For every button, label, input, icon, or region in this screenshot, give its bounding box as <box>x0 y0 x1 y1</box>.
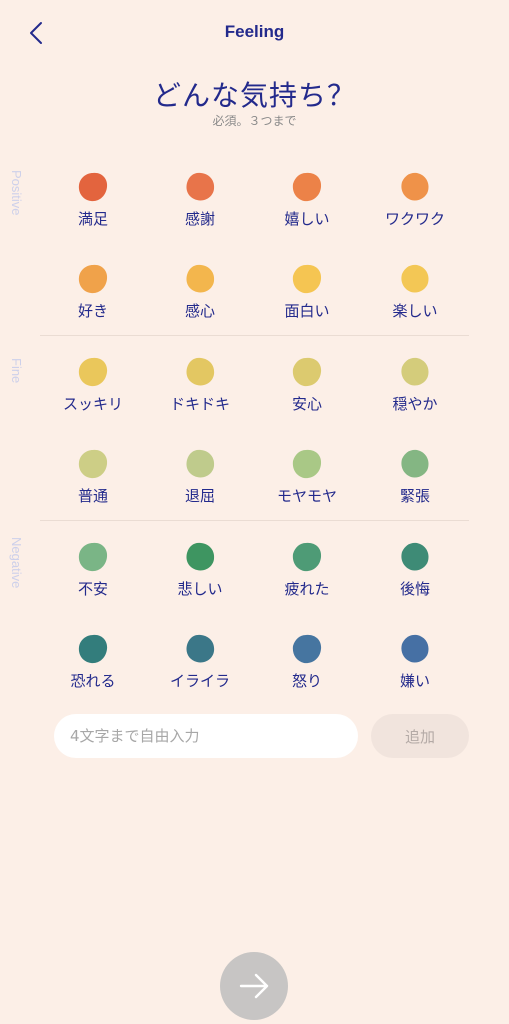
emotion-option[interactable]: 悲しい <box>150 542 250 622</box>
emotion-option[interactable]: イライラ <box>150 634 250 714</box>
emotion-label: ワクワク <box>384 210 445 228</box>
category-label-positive: Positive <box>9 170 24 216</box>
emotion-option[interactable]: 緊張 <box>365 449 465 529</box>
emotion-option[interactable]: 疲れた <box>257 542 357 622</box>
emotion-color-blob <box>186 634 215 663</box>
emotion-option[interactable]: ワクワク <box>365 172 465 252</box>
emotion-label: 満足 <box>77 210 108 228</box>
arrow-right-icon <box>239 973 269 999</box>
emotion-color-blob <box>292 449 322 479</box>
emotion-option[interactable]: 恐れる <box>43 634 143 714</box>
emotion-option[interactable]: 満足 <box>43 172 143 252</box>
emotion-option[interactable]: 後悔 <box>365 542 465 622</box>
emotion-label: 嫌い <box>399 672 430 690</box>
emotion-color-blob <box>78 172 108 202</box>
emotion-label: 安心 <box>291 395 322 413</box>
emotion-option[interactable]: ドキドキ <box>150 357 250 437</box>
add-button[interactable]: 追加 <box>371 714 469 758</box>
free-input-container <box>54 714 358 758</box>
free-text-input[interactable] <box>54 714 358 758</box>
emotion-color-blob <box>186 449 215 478</box>
emotion-color-blob <box>401 634 429 663</box>
emotion-label: 楽しい <box>392 302 438 320</box>
emotion-option[interactable]: 穏やか <box>365 357 465 437</box>
emotion-color-blob <box>401 542 429 571</box>
emotion-option[interactable]: モヤモヤ <box>257 449 357 529</box>
emotion-color-blob <box>401 449 429 478</box>
emotion-option[interactable]: 嫌い <box>365 634 465 714</box>
emotion-option[interactable]: 楽しい <box>365 264 465 344</box>
emotion-label: 感心 <box>184 302 215 320</box>
question-title: どんな気持ち？ <box>152 79 356 112</box>
emotion-color-blob <box>292 542 322 572</box>
emotion-color-blob <box>401 264 429 293</box>
emotion-label: 不安 <box>77 580 108 598</box>
emotion-color-blob <box>401 172 429 201</box>
emotion-label: 感謝 <box>184 210 215 228</box>
emotion-color-blob <box>292 264 322 294</box>
emotion-color-blob <box>78 542 108 572</box>
emotion-color-blob <box>186 264 215 293</box>
emotion-label: ドキドキ <box>169 395 230 413</box>
emotion-option[interactable]: 怒り <box>257 634 357 714</box>
category-label-fine: Fine <box>9 358 24 384</box>
page-title: Feeling <box>224 22 285 41</box>
emotion-label: 好き <box>77 302 108 320</box>
emotion-label: 疲れた <box>284 580 330 598</box>
emotion-label: 後悔 <box>399 580 430 598</box>
emotion-color-blob <box>186 172 215 201</box>
emotion-color-blob <box>78 357 108 387</box>
emotion-label: 怒り <box>291 672 322 690</box>
emotion-option[interactable]: 退屈 <box>150 449 250 529</box>
emotion-color-blob <box>186 357 215 386</box>
emotion-label: イライラ <box>169 672 230 690</box>
emotion-color-blob <box>78 264 108 294</box>
emotion-option[interactable]: 普通 <box>43 449 143 529</box>
emotion-label: 悲しい <box>177 580 223 598</box>
emotion-label: 緊張 <box>399 487 430 505</box>
emotion-label: 恐れる <box>70 672 116 690</box>
emotion-label: 面白い <box>284 302 330 320</box>
emotion-option[interactable]: 安心 <box>257 357 357 437</box>
question-subtitle: 必須。３つまで <box>212 114 297 128</box>
nav-header: Feeling <box>0 0 509 68</box>
emotion-option[interactable]: スッキリ <box>43 357 143 437</box>
emotion-label: 普通 <box>77 487 108 505</box>
emotion-label: スッキリ <box>62 395 123 413</box>
emotion-option[interactable]: 感心 <box>150 264 250 344</box>
emotion-option[interactable]: 感謝 <box>150 172 250 252</box>
emotion-label: 嬉しい <box>284 210 330 228</box>
emotion-option[interactable]: 面白い <box>257 264 357 344</box>
emotion-color-blob <box>78 449 108 479</box>
emotion-option[interactable]: 嬉しい <box>257 172 357 252</box>
emotion-option[interactable]: 不安 <box>43 542 143 622</box>
emotion-color-blob <box>292 357 322 387</box>
emotion-color-blob <box>78 634 108 664</box>
emotion-label: 穏やか <box>392 395 438 413</box>
emotion-color-blob <box>186 542 215 571</box>
emotion-label: 退屈 <box>184 487 215 505</box>
emotion-option[interactable]: 好き <box>43 264 143 344</box>
emotion-color-blob <box>401 357 429 386</box>
next-button[interactable] <box>220 952 288 1020</box>
category-label-negative: Negative <box>9 537 24 589</box>
emotion-color-blob <box>292 172 322 202</box>
emotion-color-blob <box>292 634 322 664</box>
emotion-label: モヤモヤ <box>276 487 337 505</box>
